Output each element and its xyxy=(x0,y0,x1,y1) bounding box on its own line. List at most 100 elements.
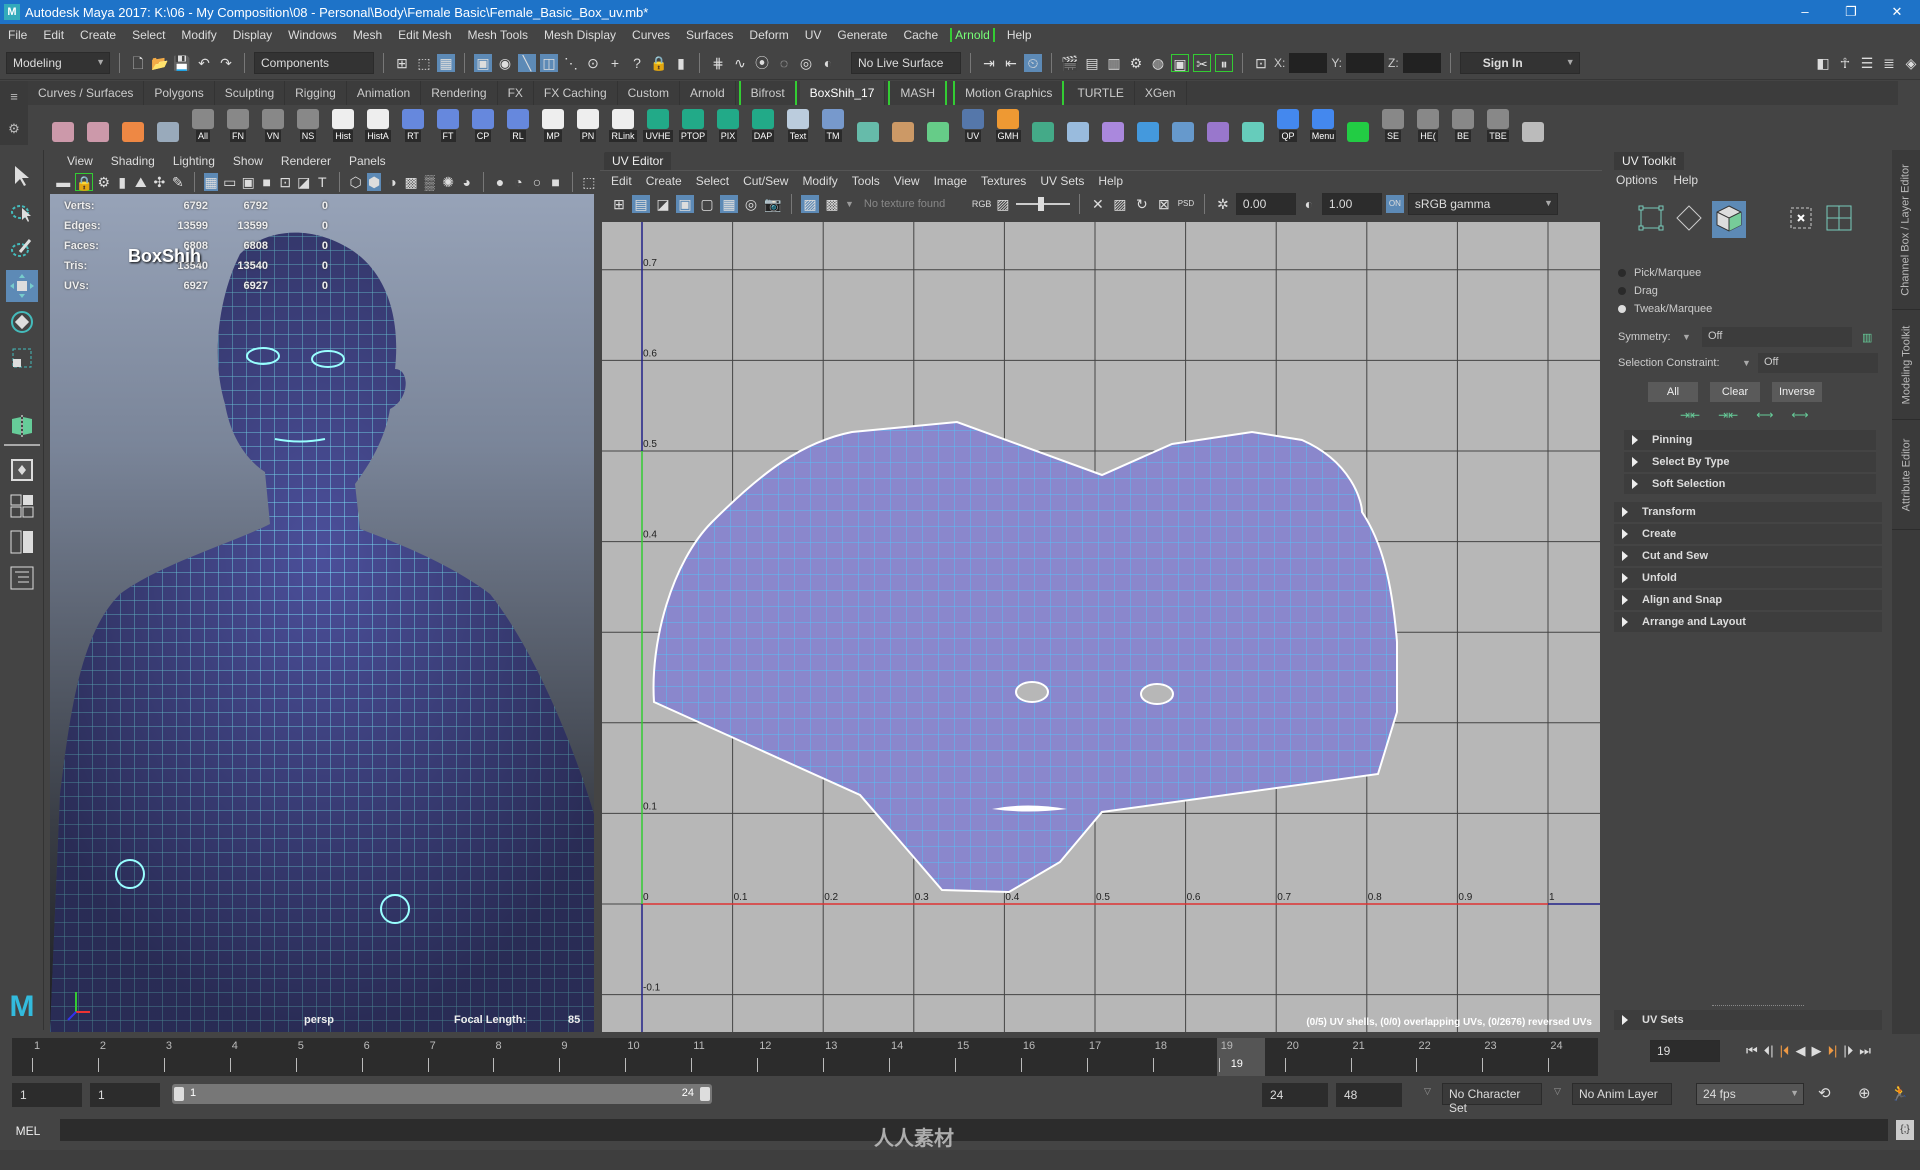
uv-unfold-icon[interactable] xyxy=(1786,203,1816,236)
uv-menu-image[interactable]: Image xyxy=(927,174,974,188)
shelf-button-tbe[interactable]: TBE xyxy=(1483,108,1513,142)
vp-menu-shading[interactable]: Shading xyxy=(102,154,164,168)
select-hierarchy-icon[interactable]: ⊞ xyxy=(393,54,411,72)
clear-selection-button[interactable]: Clear xyxy=(1710,382,1760,402)
make-live-icon[interactable]: ◐ xyxy=(819,54,837,72)
grid-icon[interactable]: ▦ xyxy=(203,173,219,191)
shelf-button-tool-37[interactable] xyxy=(1343,108,1373,142)
uv-menu-tools[interactable]: Tools xyxy=(845,174,887,188)
shelf-button-se[interactable]: SE xyxy=(1378,108,1408,142)
shelf-button-tool-31[interactable] xyxy=(1133,108,1163,142)
menu-display[interactable]: Display xyxy=(225,28,280,42)
live-surface-field[interactable]: No Live Surface xyxy=(851,51,961,74)
menu-file[interactable]: File xyxy=(0,28,35,42)
shelf-tabs-menu-icon[interactable]: ≡ xyxy=(10,89,18,104)
safe-title-icon[interactable]: T xyxy=(315,173,330,191)
sign-in-button[interactable]: Sign In xyxy=(1459,51,1580,74)
uv-frame-icon[interactable]: ▢ xyxy=(698,195,716,213)
menu-create[interactable]: Create xyxy=(72,28,124,42)
shelf-tab-mash[interactable]: MASH xyxy=(888,81,948,105)
shelf-tab-arnold[interactable]: Arnold xyxy=(680,81,736,105)
new-scene-icon[interactable]: 🗋 xyxy=(129,54,147,72)
shelf-button-gmh[interactable]: GMH xyxy=(993,108,1023,142)
open-scene-icon[interactable]: 📂 xyxy=(151,54,169,72)
step-back-key-icon[interactable]: |⏴ xyxy=(1780,1043,1790,1059)
redo-icon[interactable]: ↷ xyxy=(217,54,235,72)
shrink-region-icon[interactable]: ⇥⇤ xyxy=(1718,408,1738,422)
section-create[interactable]: Create xyxy=(1614,524,1882,544)
minimize-button[interactable]: – xyxy=(1782,0,1828,24)
menu-cache[interactable]: Cache xyxy=(895,28,946,42)
psd-icon[interactable]: PSD xyxy=(1177,195,1195,213)
tk-menu-help[interactable]: Help xyxy=(1673,173,1698,187)
color-space-dropdown[interactable]: sRGB gamma xyxy=(1407,193,1558,215)
four-pane-layout-icon[interactable] xyxy=(6,490,38,522)
uv-menu-textures[interactable]: Textures xyxy=(974,174,1033,188)
animation-start-field[interactable]: 1 xyxy=(12,1083,82,1107)
uv-menu-view[interactable]: View xyxy=(887,174,927,188)
shelf-button-all[interactable]: All xyxy=(188,108,218,142)
ambient-occlusion-icon[interactable]: ● xyxy=(493,173,508,191)
section-unfold[interactable]: Unfold xyxy=(1614,568,1882,588)
menu-mesh-tools[interactable]: Mesh Tools xyxy=(460,28,536,42)
menu-edit-mesh[interactable]: Edit Mesh xyxy=(390,28,459,42)
shelf-button-be[interactable]: BE xyxy=(1448,108,1478,142)
section-uv-sets[interactable]: UV Sets xyxy=(1614,1010,1882,1030)
mel-input[interactable] xyxy=(60,1119,1888,1141)
shelf-button-ft[interactable]: FT xyxy=(433,108,463,142)
vertex-mask-icon[interactable]: ▣ xyxy=(474,53,492,72)
uv-shaded-icon[interactable]: ▤ xyxy=(632,195,650,213)
display-image-icon[interactable]: ▨ xyxy=(801,195,819,213)
camera-icon[interactable]: ▬ xyxy=(56,173,71,191)
select-tool-icon[interactable] xyxy=(6,160,38,192)
play-forwards-icon[interactable]: ▶ xyxy=(1811,1043,1821,1059)
image-plane-icon[interactable]: ⛰ xyxy=(134,173,149,191)
tab-attribute-editor[interactable]: Attribute Editor xyxy=(1892,420,1920,530)
mode-tweak-marquee[interactable]: Tweak/Marquee xyxy=(1606,300,1890,318)
shelf-button-tool-33[interactable] xyxy=(1203,108,1233,142)
select-component-icon[interactable]: ▦ xyxy=(437,53,455,72)
paint-select-tool-icon[interactable] xyxy=(6,232,38,264)
time-slider-track[interactable]: 19 1 2 3 4 5 6 7 8 9 10 11 12 13 14 15 16 17 18 19 20 21 22 23… xyxy=(12,1038,1598,1076)
image-ratio-icon[interactable]: ▨ xyxy=(1111,195,1129,213)
mode-pick-marquee[interactable]: Pick/Marquee xyxy=(1606,264,1890,282)
snap-point-icon[interactable]: ⊙ xyxy=(584,54,602,72)
close-button[interactable]: ✕ xyxy=(1874,0,1920,24)
save-scene-icon[interactable]: 💾 xyxy=(173,54,191,72)
tab-channel-box[interactable]: Channel Box / Layer Editor xyxy=(1892,150,1920,310)
move-tool-icon[interactable] xyxy=(6,270,38,302)
shelf-tab-animation[interactable]: Animation xyxy=(347,81,422,105)
exposure-field[interactable]: 0.00 xyxy=(1235,193,1296,215)
character-controls-icon[interactable]: ☥ xyxy=(1836,54,1854,72)
section-select-by-type[interactable]: Select By Type xyxy=(1624,452,1876,472)
section-arrange-and-layout[interactable]: Arrange and Layout xyxy=(1614,612,1882,632)
gamma-field[interactable]: 1.00 xyxy=(1321,193,1382,215)
menuset-dropdown[interactable]: Modeling xyxy=(6,51,110,74)
ipr-render-icon[interactable]: ▥ xyxy=(1105,54,1123,72)
vp-menu-lighting[interactable]: Lighting xyxy=(164,154,224,168)
section-soft-selection[interactable]: Soft Selection xyxy=(1624,474,1876,494)
point-mask-icon[interactable]: ◉ xyxy=(496,54,514,72)
auto-key-icon[interactable]: ⊕ xyxy=(1858,1084,1871,1102)
mode-drag[interactable]: Drag xyxy=(1606,282,1890,300)
undo-icon[interactable]: ↶ xyxy=(195,54,213,72)
outliner-layout-icon[interactable] xyxy=(6,562,38,594)
y-field[interactable] xyxy=(1346,52,1385,73)
uv-shell[interactable] xyxy=(652,420,1398,894)
playback-end-field[interactable]: 24 xyxy=(1262,1083,1328,1107)
shrink-selection-icon[interactable]: ⇥⇤ xyxy=(1680,408,1700,422)
smooth-shade-icon[interactable]: ⬢ xyxy=(366,173,382,191)
motion-blur-icon[interactable]: ◔ xyxy=(511,173,526,191)
single-pane-layout-icon[interactable] xyxy=(6,454,38,486)
uv-menu-create[interactable]: Create xyxy=(639,174,689,188)
z-field[interactable] xyxy=(1402,52,1441,73)
field-chart-icon[interactable]: ⊡ xyxy=(278,173,293,191)
tab-modeling-toolkit[interactable]: Modeling Toolkit xyxy=(1892,310,1920,420)
dim-slider[interactable] xyxy=(1015,197,1070,211)
x-field[interactable] xyxy=(1289,52,1328,73)
shelf-button-tool-32[interactable] xyxy=(1168,108,1198,142)
shelf-button-tm[interactable]: TM xyxy=(818,108,848,142)
shelf-button-dap[interactable]: DAP xyxy=(748,108,778,142)
snap-grid-icon[interactable]: ⋕ xyxy=(709,54,727,72)
uv-menu-cut-sew[interactable]: Cut/Sew xyxy=(736,174,795,188)
